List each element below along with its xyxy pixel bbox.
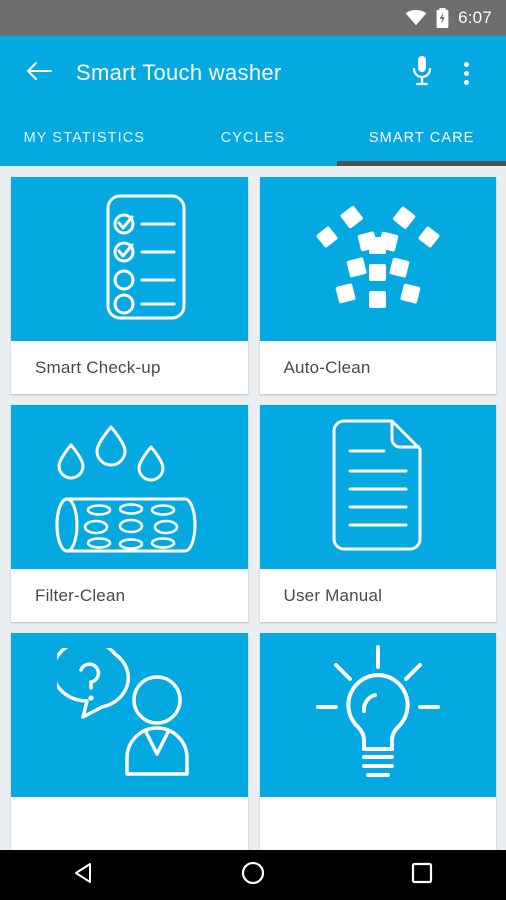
water-drops-drum-icon	[49, 415, 209, 560]
nav-recents-square-icon	[410, 861, 434, 890]
mic-button[interactable]	[400, 51, 444, 95]
document-page-icon	[322, 419, 434, 556]
card-image	[11, 633, 248, 798]
wifi-icon	[405, 10, 427, 26]
phone-screen: 6:07 Smart Touch washer MY STATISTICS CY…	[0, 0, 506, 900]
card-auto-clean[interactable]: Auto-Clean	[259, 177, 496, 394]
back-arrow-icon	[26, 60, 52, 87]
card-filter-clean[interactable]: Filter-Clean	[11, 405, 248, 622]
card-image	[11, 177, 248, 342]
overflow-menu-icon	[463, 61, 469, 85]
card-tips[interactable]	[259, 633, 497, 850]
microphone-icon	[411, 55, 433, 92]
battery-charging-icon	[436, 8, 449, 28]
tab-my-statistics[interactable]: MY STATISTICS	[0, 110, 169, 166]
page-title: Smart Touch washer	[76, 60, 282, 85]
card-label	[260, 797, 497, 850]
card-support[interactable]	[11, 633, 248, 850]
smart-care-grid: Smart Check-up Auto-Clean Filter-Clean U…	[0, 166, 506, 850]
status-bar: 6:07	[0, 0, 506, 36]
tab-smart-care[interactable]: SMART CARE	[337, 110, 506, 166]
status-time: 6:07	[458, 8, 492, 27]
question-support-icon	[51, 638, 201, 783]
card-image	[259, 633, 496, 798]
nav-back-button[interactable]	[49, 850, 119, 900]
card-label: Filter-Clean	[35, 585, 126, 605]
nav-back-triangle-icon	[71, 860, 97, 891]
overflow-menu-button[interactable]	[444, 51, 488, 95]
card-user-manual[interactable]: User Manual	[259, 405, 496, 622]
lightbulb-icon	[314, 644, 442, 786]
nav-recents-button[interactable]	[387, 850, 457, 900]
card-label	[11, 797, 248, 850]
tab-cycles[interactable]: CYCLES	[169, 110, 338, 166]
card-image	[11, 405, 248, 570]
card-label: User Manual	[283, 585, 383, 605]
nav-home-circle-icon	[240, 860, 266, 891]
card-label: Auto-Clean	[283, 357, 371, 377]
tab-indicator	[337, 161, 506, 166]
tab-bar: MY STATISTICS CYCLES SMART CARE	[0, 110, 506, 166]
card-label: Smart Check-up	[35, 357, 161, 377]
nav-home-button[interactable]	[218, 850, 288, 900]
card-smart-check-up[interactable]: Smart Check-up	[11, 177, 248, 394]
app-bar: Smart Touch washer	[0, 36, 506, 110]
checklist-icon	[70, 192, 188, 327]
android-nav-bar	[0, 850, 506, 900]
card-image	[259, 405, 496, 570]
card-image	[259, 177, 496, 342]
spray-sparkle-icon	[303, 197, 453, 322]
back-button[interactable]	[18, 52, 60, 94]
